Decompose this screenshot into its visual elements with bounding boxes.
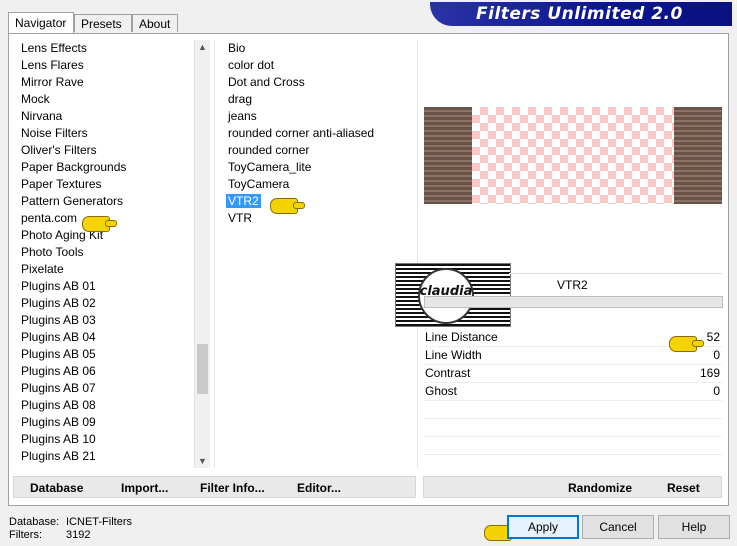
params-divider-bar	[424, 296, 723, 308]
category-item[interactable]: Noise Filters	[15, 125, 194, 142]
param-value: 169	[699, 366, 720, 380]
filter-item[interactable]: color dot	[222, 57, 416, 74]
scroll-up-icon[interactable]: ▲	[195, 40, 210, 54]
category-item[interactable]: Lens Flares	[15, 57, 194, 74]
filter-item[interactable]: VTR2	[222, 193, 416, 210]
param-empty-row	[424, 436, 722, 437]
category-item[interactable]: Plugins AB 10	[15, 431, 194, 448]
param-label: Line Distance	[425, 330, 498, 344]
filter-item[interactable]: Dot and Cross	[222, 74, 416, 91]
help-button[interactable]: Help	[658, 515, 730, 539]
param-ghost[interactable]: Ghost 0	[424, 382, 722, 401]
category-item[interactable]: Mock	[15, 91, 194, 108]
status-database-label: Database:	[9, 516, 60, 528]
filter-item[interactable]: VTR	[222, 210, 416, 227]
tab-navigator[interactable]: Navigator	[8, 12, 74, 33]
preview-left-edge	[424, 107, 472, 204]
filter-item-label: color dot	[228, 58, 275, 72]
filter-item-label: jeans	[228, 109, 257, 123]
category-item[interactable]: Paper Backgrounds	[15, 159, 194, 176]
status-database: Database: ICNET-Filters	[9, 516, 132, 528]
pointing-hand-icon	[669, 336, 704, 352]
category-item[interactable]: Pixelate	[15, 261, 194, 278]
category-item[interactable]: Lens Effects	[15, 40, 194, 57]
panel-divider	[417, 40, 418, 468]
status-filters-label: Filters:	[9, 529, 42, 541]
category-item[interactable]: Paper Textures	[15, 176, 194, 193]
randomize-button[interactable]: Randomize	[568, 480, 632, 496]
param-contrast[interactable]: Contrast 169	[424, 364, 722, 383]
category-item[interactable]: Plugins AB 05	[15, 346, 194, 363]
editor-button[interactable]: Editor...	[297, 480, 341, 496]
param-value: 52	[706, 330, 720, 344]
filter-item[interactable]: rounded corner	[222, 142, 416, 159]
database-button[interactable]: Database	[30, 480, 83, 496]
filter-item[interactable]: ToyCamera_lite	[222, 159, 416, 176]
filter-info-button[interactable]: Filter Info...	[200, 480, 265, 496]
category-item[interactable]: Plugins AB 09	[15, 414, 194, 431]
category-scrollbar[interactable]: ▲ ▼	[194, 40, 210, 468]
category-item[interactable]: Plugins AB 02	[15, 295, 194, 312]
left-toolbar: Database Import... Filter Info... Editor…	[13, 476, 416, 498]
category-item[interactable]: Oliver's Filters	[15, 142, 194, 159]
right-toolbar: Randomize Reset	[423, 476, 722, 498]
status-filters: Filters: 3192	[9, 529, 90, 541]
filter-item[interactable]: rounded corner anti-aliased	[222, 125, 416, 142]
category-item[interactable]: Plugins AB 07	[15, 380, 194, 397]
status-database-value: ICNET-Filters	[66, 516, 132, 528]
params-title: VTR2	[557, 278, 588, 292]
category-item[interactable]: Plugins AB 04	[15, 329, 194, 346]
tab-presets[interactable]: Presets	[74, 14, 132, 32]
param-value: 0	[713, 348, 720, 362]
app-title: Filters Unlimited 2.0	[476, 4, 683, 24]
filter-item-label: rounded corner	[228, 143, 310, 157]
filter-item[interactable]: drag	[222, 91, 416, 108]
param-label: Ghost	[425, 384, 458, 398]
category-item[interactable]: Photo Tools	[15, 244, 194, 261]
pointing-hand-icon	[82, 216, 117, 232]
filter-item-label: rounded corner anti-aliased	[228, 126, 375, 140]
params-header: VTR2	[509, 273, 722, 296]
reset-button[interactable]: Reset	[667, 480, 700, 496]
list-divider	[214, 40, 215, 468]
category-item[interactable]: Pattern Generators	[15, 193, 194, 210]
filter-item-label: VTR	[228, 211, 252, 225]
preview-image	[424, 107, 722, 204]
pointing-hand-icon	[270, 198, 305, 214]
category-item[interactable]: Plugins AB 21	[15, 448, 194, 465]
claudia-stamp: claudia	[395, 263, 511, 327]
status-filters-value: 3192	[66, 529, 91, 541]
tab-about[interactable]: About	[132, 14, 178, 32]
scroll-thumb[interactable]	[197, 344, 208, 394]
filter-item-label: drag	[228, 92, 253, 106]
filter-item-label: VTR2	[226, 194, 261, 208]
scroll-down-icon[interactable]: ▼	[195, 454, 210, 468]
param-empty-row	[424, 454, 722, 455]
filter-item-label: ToyCamera	[228, 177, 290, 191]
filter-item[interactable]: Bio	[222, 40, 416, 57]
filter-item-label: Bio	[228, 41, 246, 55]
category-item[interactable]: Mirror Rave	[15, 74, 194, 91]
apply-button[interactable]: Apply	[507, 515, 579, 539]
import-button[interactable]: Import...	[121, 480, 168, 496]
filter-item[interactable]: ToyCamera	[222, 176, 416, 193]
category-item[interactable]: Plugins AB 01	[15, 278, 194, 295]
filter-item-label: Dot and Cross	[228, 75, 305, 89]
cancel-button[interactable]: Cancel	[582, 515, 654, 539]
param-label: Contrast	[425, 366, 471, 380]
filter-item-label: ToyCamera_lite	[228, 160, 312, 174]
category-item[interactable]: Plugins AB 03	[15, 312, 194, 329]
category-item[interactable]: Plugins AB 06	[15, 363, 194, 380]
param-label: Line Width	[425, 348, 482, 362]
preview-right-edge	[674, 107, 722, 204]
param-value: 0	[713, 384, 720, 398]
category-item[interactable]: Nirvana	[15, 108, 194, 125]
filter-list[interactable]: Bio color dot Dot and Cross drag jeans rounde…	[222, 40, 416, 468]
filter-item[interactable]: jeans	[222, 108, 416, 125]
category-list[interactable]: Lens Effects Lens Flares Mirror Rave Mock Ni…	[15, 40, 194, 468]
category-item[interactable]: Plugins AB 08	[15, 397, 194, 414]
param-empty-row	[424, 418, 722, 419]
